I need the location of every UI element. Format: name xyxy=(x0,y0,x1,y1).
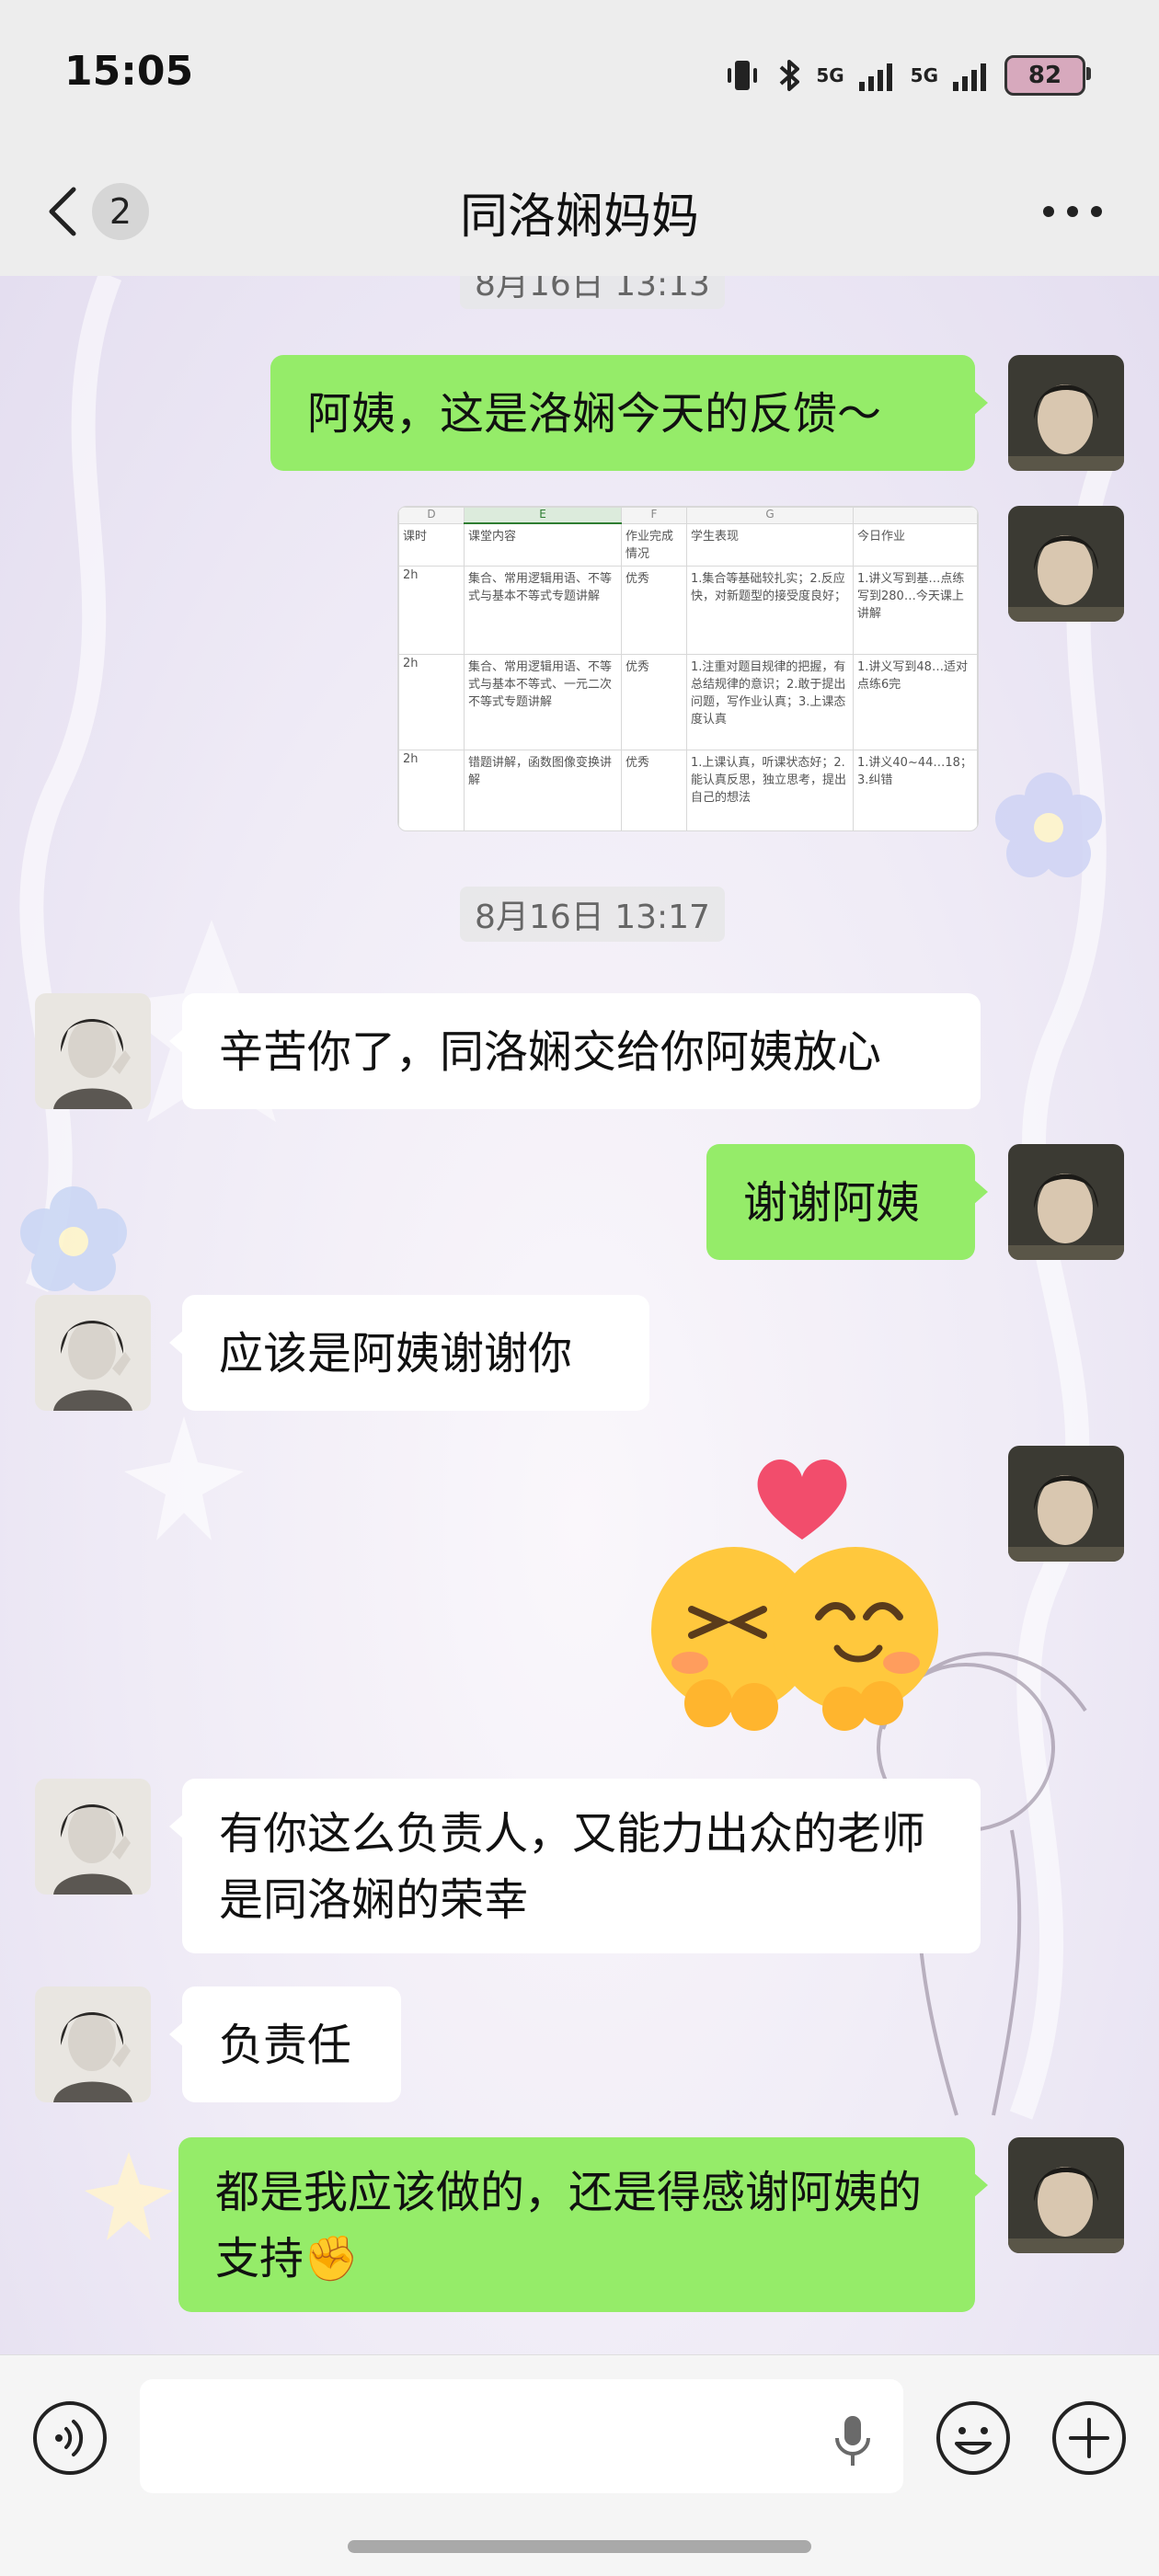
header-cell: 今日作业 xyxy=(853,522,978,567)
my-avatar[interactable] xyxy=(1008,506,1124,622)
message-incoming[interactable]: 辛苦你了，同洛娴交给你阿姨放心 xyxy=(169,993,981,1109)
network-type-2: 5G xyxy=(910,64,938,86)
hug-sticker-icon[interactable] xyxy=(625,1455,966,1731)
my-avatar[interactable] xyxy=(1008,355,1124,471)
table-cell: 2h xyxy=(398,653,465,750)
message-outgoing[interactable]: 都是我应该做的，还是得感谢阿姨的支持✊ xyxy=(178,2137,988,2312)
avatar-photo xyxy=(1008,506,1124,622)
microphone-icon[interactable] xyxy=(830,2412,876,2469)
signal-icon-1 xyxy=(858,63,892,91)
avatar-photo xyxy=(1008,2137,1124,2253)
avatar-photo xyxy=(35,1986,151,2102)
voice-icon[interactable] xyxy=(31,2399,109,2477)
plus-icon[interactable] xyxy=(1050,2399,1128,2477)
avatar-photo xyxy=(1008,1446,1124,1562)
network-type-1: 5G xyxy=(816,64,844,86)
avatar-photo xyxy=(35,1295,151,1411)
chat-header: 2 同洛娴妈妈 xyxy=(0,152,1159,277)
vibrate-icon xyxy=(728,61,758,90)
status-bar: 15:05 5G 5G 82 xyxy=(0,0,1159,152)
table-cell: 1.上课认真，听课状态好；2.能认真反思，独立思考，提出自己的想法 xyxy=(686,749,854,830)
chat-title: 同洛娴妈妈 xyxy=(459,189,699,245)
my-avatar[interactable] xyxy=(1008,2137,1124,2253)
status-icons: 5G 5G 82 xyxy=(722,53,1091,97)
bluetooth-icon xyxy=(779,60,800,91)
avatar-photo xyxy=(1008,1144,1124,1260)
my-avatar[interactable] xyxy=(1008,1144,1124,1260)
table-cell: 1.集合等基础较扎实；2.反应快，对新题型的接受度良好； xyxy=(686,565,854,655)
table-cell: 集合、常用逻辑用语、不等式与基本不等式专题讲解 xyxy=(464,565,622,655)
contact-avatar[interactable] xyxy=(35,1779,151,1895)
table-cell: 错题讲解，函数图像变换讲解 xyxy=(464,749,622,830)
header-cell: 课堂内容 xyxy=(464,522,622,567)
contact-avatar[interactable] xyxy=(35,993,151,1109)
more-dots-icon[interactable] xyxy=(1039,189,1106,235)
table-cell: 2h xyxy=(398,565,465,655)
avatar-photo xyxy=(35,993,151,1109)
header-cell: 课时 xyxy=(398,522,465,567)
table-cell: 优秀 xyxy=(621,749,687,830)
battery-indicator: 82 xyxy=(1004,55,1091,96)
message-input[interactable] xyxy=(140,2379,903,2493)
table-cell: 1.讲义写到基…点练写到280…今天课上讲解 xyxy=(853,565,978,655)
message-incoming[interactable]: 有你这么负责人，又能力出众的老师是同洛娴的荣幸 xyxy=(169,1779,981,1953)
timestamp: 8月16日 13:13 xyxy=(460,276,725,309)
contact-avatar[interactable] xyxy=(35,1295,151,1411)
col-letter: G xyxy=(686,507,854,524)
emoji-icon[interactable] xyxy=(935,2399,1012,2477)
avatar-photo xyxy=(35,1779,151,1895)
table-cell: 集合、常用逻辑用语、不等式与基本不等式、一元二次不等式专题讲解 xyxy=(464,653,622,750)
message-outgoing[interactable]: 阿姨，这是洛娴今天的反馈～ xyxy=(270,355,988,471)
home-indicator[interactable] xyxy=(348,2540,811,2553)
header-cell: 作业完成情况 xyxy=(621,522,687,567)
table-cell: 1.讲义40~44…18；3.纠错 xyxy=(853,749,978,830)
timestamp: 8月16日 13:17 xyxy=(460,887,725,942)
my-avatar[interactable] xyxy=(1008,1446,1124,1562)
contact-avatar[interactable] xyxy=(35,1986,151,2102)
chat-area[interactable]: 8月16日 13:13 阿姨，这是洛娴今天的反馈～ D E F G 课时 课堂内… xyxy=(0,276,1159,2354)
table-cell: 2h xyxy=(398,749,465,830)
message-incoming[interactable]: 应该是阿姨谢谢你 xyxy=(169,1295,649,1411)
header-cell: 学生表现 xyxy=(686,522,854,567)
col-letter: D xyxy=(398,507,465,524)
message-outgoing[interactable]: 谢谢阿姨 xyxy=(706,1144,988,1260)
message-incoming[interactable]: 负责任 xyxy=(169,1986,401,2102)
col-letter xyxy=(853,507,978,524)
table-cell: 优秀 xyxy=(621,653,687,750)
signal-icon-2 xyxy=(953,63,986,91)
status-time: 15:05 xyxy=(64,48,194,95)
spreadsheet-image-message[interactable]: D E F G 课时 课堂内容 作业完成情况 学生表现 今日作业 2h 集合、常… xyxy=(397,506,979,831)
col-letter: F xyxy=(621,507,687,524)
table-cell: 1.注重对题目规律的把握，有总结规律的意识；2.敢于提出问题，写作业认真；3.上… xyxy=(686,653,854,750)
table-cell: 优秀 xyxy=(621,565,687,655)
spreadsheet-table: D E F G 课时 课堂内容 作业完成情况 学生表现 今日作业 2h 集合、常… xyxy=(398,507,978,830)
col-letter: E xyxy=(464,507,622,524)
table-cell: 1.讲义写到48…适对点练6完 xyxy=(853,653,978,750)
avatar-photo xyxy=(1008,355,1124,471)
